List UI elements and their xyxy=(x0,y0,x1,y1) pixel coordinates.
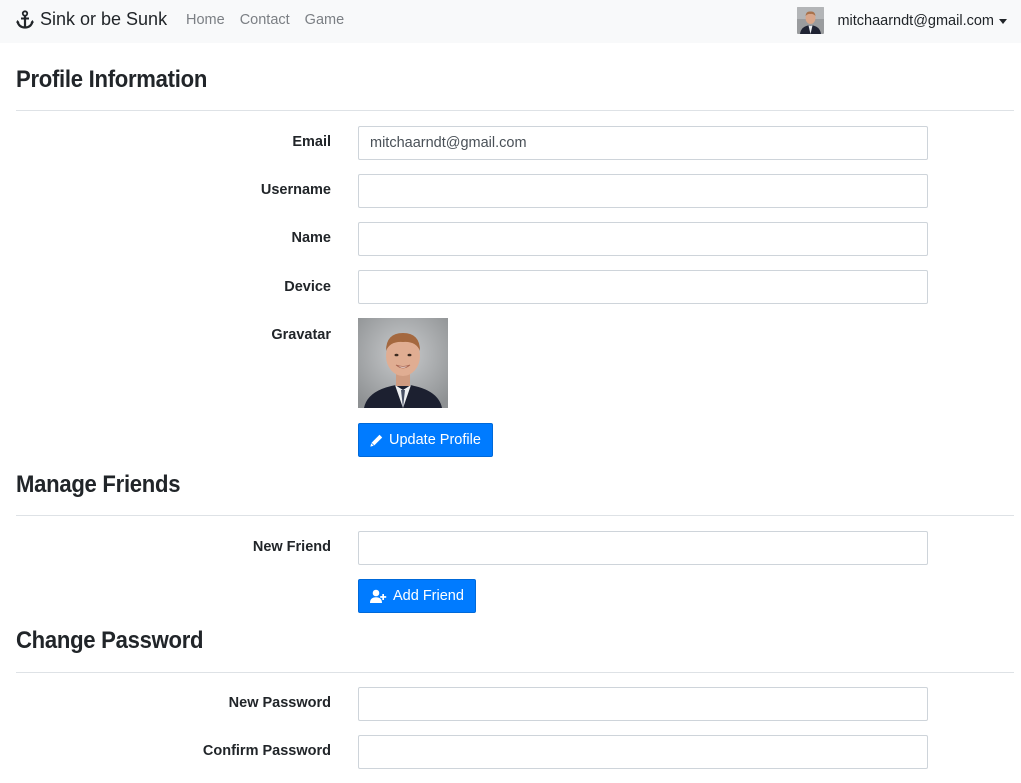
new-password-field[interactable] xyxy=(358,687,928,721)
confirm-password-label: Confirm Password xyxy=(202,743,331,759)
friends-section-title: Manage Friends xyxy=(16,471,181,498)
nav-links: Home Contact Game xyxy=(186,12,359,28)
password-divider xyxy=(16,672,1014,673)
brand-title: Sink or be Sunk xyxy=(40,9,168,29)
name-label: Name xyxy=(291,230,332,246)
nav-link-home[interactable]: Home xyxy=(186,12,225,28)
new-friend-field[interactable] xyxy=(358,531,928,565)
anchor-icon xyxy=(16,9,34,29)
new-friend-label: New Friend xyxy=(252,539,331,555)
update-profile-label: Update Profile xyxy=(389,432,481,448)
username-field[interactable] xyxy=(358,174,928,208)
password-section-title: Change Password xyxy=(16,627,204,654)
caret-down-icon xyxy=(999,18,1007,24)
confirm-password-field[interactable] xyxy=(358,735,928,769)
nav-link-game[interactable]: Game xyxy=(305,12,345,28)
friends-divider xyxy=(16,515,1014,516)
new-password-label: New Password xyxy=(228,695,331,711)
email-label: Email xyxy=(292,134,331,150)
gravatar-label: Gravatar xyxy=(271,327,331,343)
update-profile-button[interactable]: Update Profile xyxy=(358,423,493,457)
device-label: Device xyxy=(284,279,331,295)
add-friend-button[interactable]: Add Friend xyxy=(358,579,476,613)
pencil-icon xyxy=(370,434,383,447)
profile-divider xyxy=(16,110,1014,111)
username-label: Username xyxy=(260,182,331,198)
avatar xyxy=(797,7,825,34)
profile-section-title: Profile Information xyxy=(16,66,208,93)
user-email: mitchaarndt@gmail.com xyxy=(837,12,994,29)
user-plus-icon xyxy=(370,589,387,603)
nav-link-contact[interactable]: Contact xyxy=(240,12,290,28)
add-friend-label: Add Friend xyxy=(393,588,464,604)
gravatar-image xyxy=(358,318,448,408)
user-dropdown-toggle[interactable]: mitchaarndt@gmail.com xyxy=(797,7,1007,34)
name-field[interactable] xyxy=(358,222,928,256)
navbar: Sink or be Sunk Home Contact Game mitcha… xyxy=(0,0,1021,43)
email-field[interactable] xyxy=(358,126,928,160)
brand-link[interactable]: Sink or be Sunk xyxy=(15,9,167,30)
device-field[interactable] xyxy=(358,270,928,304)
